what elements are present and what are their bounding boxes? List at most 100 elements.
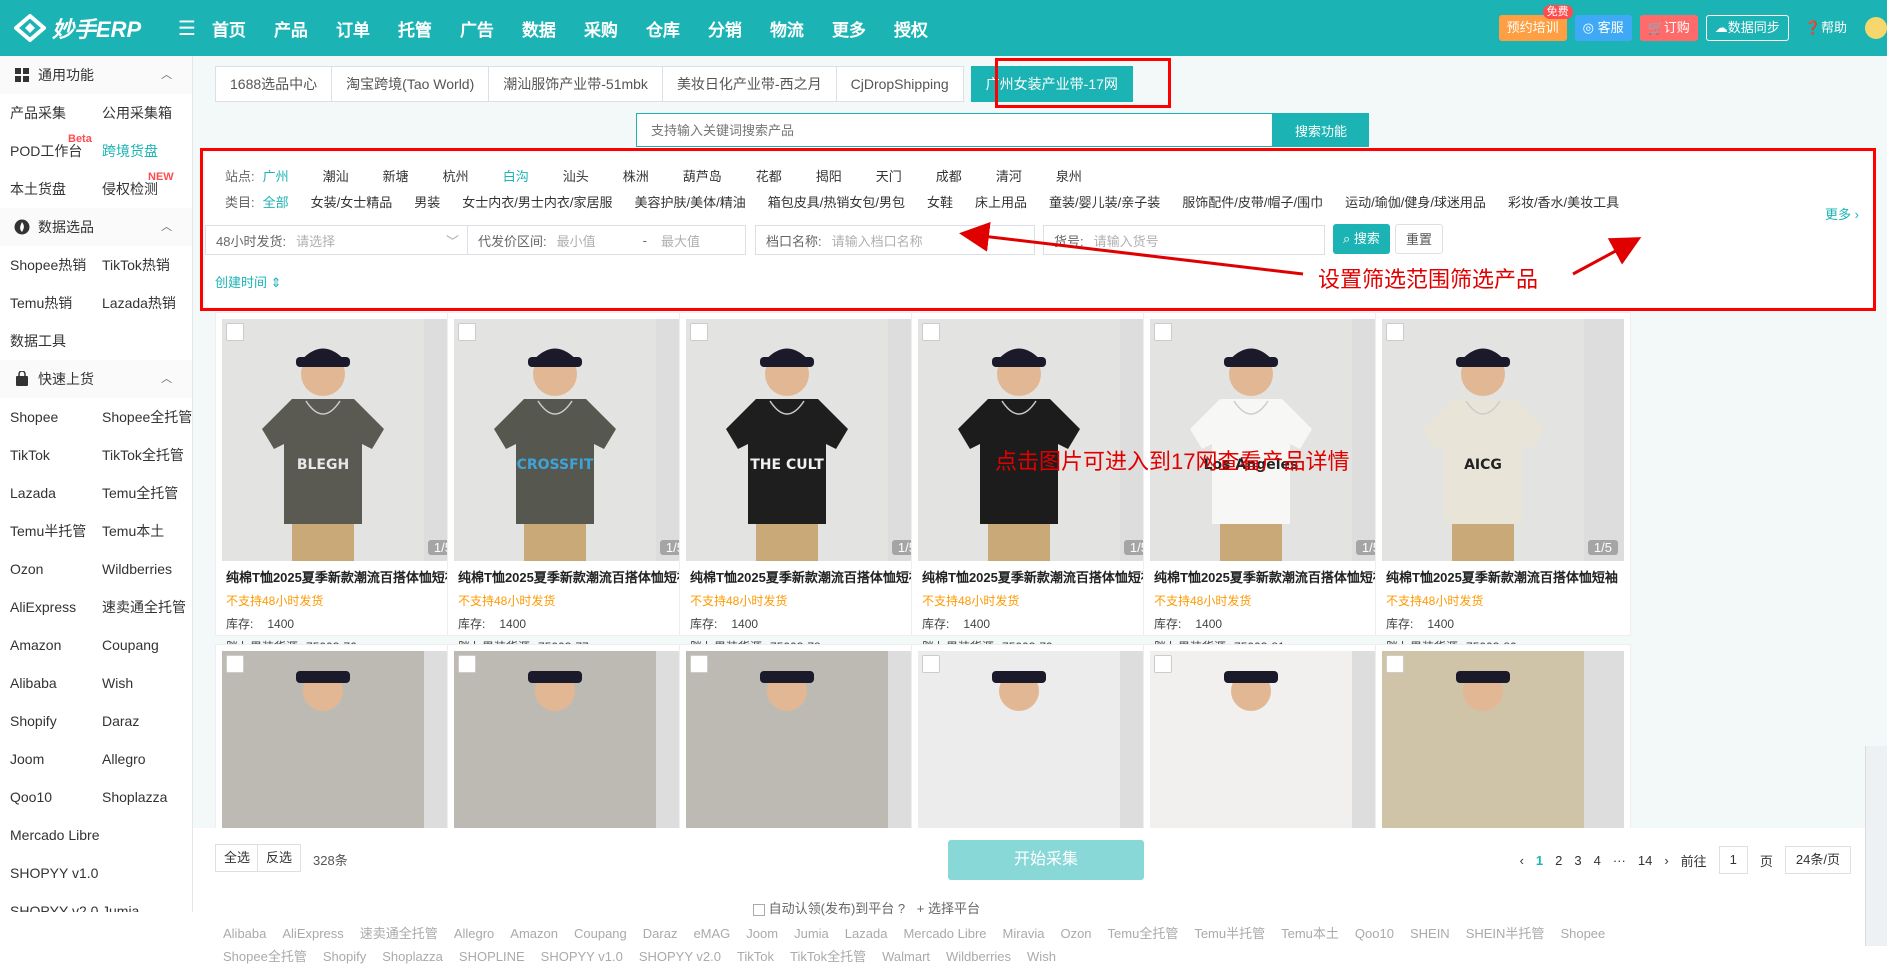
sidebar-item[interactable]: Lazada热销 bbox=[102, 284, 192, 322]
platform-option[interactable]: SHEIN半托管 bbox=[1466, 926, 1545, 941]
floating-tools[interactable] bbox=[1865, 746, 1887, 946]
help-button[interactable]: ❓帮助 bbox=[1797, 15, 1855, 41]
sidebar-item[interactable]: Alibaba bbox=[10, 664, 102, 702]
product-title[interactable]: 纯棉T恤2025夏季新款潮流百搭体恤短袖 bbox=[216, 567, 470, 586]
product-title[interactable]: 纯棉T恤2025夏季新款潮流百搭体恤短袖 bbox=[1144, 567, 1398, 586]
platform-option[interactable]: Temu全托管 bbox=[1108, 926, 1179, 941]
source-tab[interactable]: CjDropShipping bbox=[835, 66, 964, 102]
select-checkbox[interactable] bbox=[458, 655, 476, 673]
logo[interactable]: 妙手ERP bbox=[0, 12, 160, 44]
product-title[interactable]: 纯棉T恤2025夏季新款潮流百搭体恤短袖 bbox=[448, 567, 702, 586]
platform-option[interactable]: Daraz bbox=[643, 926, 678, 941]
page-number[interactable]: ··· bbox=[1613, 853, 1626, 868]
sidebar-item[interactable]: Allegro bbox=[102, 740, 192, 778]
platform-option[interactable]: SHEIN bbox=[1410, 926, 1450, 941]
sidebar-item[interactable]: 速卖通全托管 bbox=[102, 588, 192, 626]
prev-page-icon[interactable]: ‹ bbox=[1520, 853, 1524, 868]
sidebar-item[interactable]: Daraz bbox=[102, 702, 192, 740]
platform-option[interactable]: Wildberries bbox=[946, 949, 1011, 964]
source-tab[interactable]: 淘宝跨境(Tao World) bbox=[331, 66, 490, 102]
platform-option[interactable]: SHOPLINE bbox=[459, 949, 525, 964]
sidebar-item[interactable]: 侵权检测 NEW bbox=[102, 170, 192, 208]
start-collect-button[interactable]: 开始采集 bbox=[948, 840, 1144, 880]
platform-option[interactable]: Shopee全托管 bbox=[223, 949, 307, 964]
sidebar-item[interactable]: Temu半托管 bbox=[10, 512, 102, 550]
sidebar-item[interactable]: POD工作台 Beta bbox=[10, 132, 102, 170]
platform-option[interactable]: Shoplazza bbox=[382, 949, 443, 964]
product-image[interactable]: 1/5 bbox=[918, 319, 1160, 561]
product-image[interactable]: CROSSFIT 1/5 bbox=[454, 319, 696, 561]
platform-option[interactable]: Coupang bbox=[574, 926, 627, 941]
product-image[interactable] bbox=[454, 651, 696, 828]
product-card[interactable] bbox=[679, 644, 935, 828]
select-checkbox[interactable] bbox=[690, 323, 708, 341]
training-button[interactable]: 预约培训 免费 bbox=[1498, 5, 1573, 41]
product-card[interactable] bbox=[215, 644, 471, 828]
product-card[interactable] bbox=[1143, 644, 1399, 828]
platform-option[interactable]: Mercado Libre bbox=[903, 926, 986, 941]
sidebar-item[interactable]: SHOPYY v1.0 bbox=[10, 854, 102, 892]
product-card[interactable]: THE CULT 1/5 纯棉T恤2025夏季新款潮流百搭体恤短袖 不支持48小时发货… bbox=[679, 312, 935, 686]
sidebar-item[interactable]: Amazon bbox=[10, 626, 102, 664]
platform-option[interactable]: Ozon bbox=[1060, 926, 1091, 941]
product-card[interactable]: AICG 1/5 纯棉T恤2025夏季新款潮流百搭体恤短袖 不支持48小时发货 库存: 1… bbox=[1375, 312, 1631, 686]
product-image[interactable] bbox=[918, 651, 1160, 828]
sidebar-item[interactable]: TikTok热销 bbox=[102, 246, 192, 284]
product-image[interactable]: AICG 1/5 bbox=[1382, 319, 1624, 561]
product-image[interactable]: BLEGH 1/5 bbox=[222, 319, 464, 561]
product-card[interactable] bbox=[447, 644, 703, 828]
nav-item[interactable]: 分销 bbox=[708, 16, 742, 41]
page-size-select[interactable]: 24条/页 bbox=[1784, 846, 1851, 874]
sidebar-item[interactable]: Shopee bbox=[10, 398, 102, 436]
product-image[interactable]: THE CULT 1/5 bbox=[686, 319, 928, 561]
select-platform-link[interactable]: + 选择平台 bbox=[917, 901, 980, 916]
sidebar-item[interactable]: Temu本土 bbox=[102, 512, 192, 550]
platform-option[interactable]: Lazada bbox=[845, 926, 888, 941]
data-sync-button[interactable]: ☁数据同步 bbox=[1705, 15, 1789, 41]
sidebar-item[interactable] bbox=[102, 816, 192, 854]
search-input[interactable] bbox=[636, 113, 1273, 147]
sidebar-item[interactable]: TikTok全托管 bbox=[102, 436, 192, 474]
sidebar-item[interactable]: Wish bbox=[102, 664, 192, 702]
goto-input[interactable]: 1 bbox=[1718, 846, 1748, 874]
source-tab[interactable]: 美妆日化产业带-西之月 bbox=[661, 66, 837, 102]
page-number[interactable]: 14 bbox=[1638, 853, 1652, 868]
sidebar-item[interactable]: Shopee热销 bbox=[10, 246, 102, 284]
select-checkbox[interactable] bbox=[922, 323, 940, 341]
platform-option[interactable]: Alibaba bbox=[223, 926, 266, 941]
product-card[interactable] bbox=[1375, 644, 1631, 828]
nav-item[interactable]: 托管 bbox=[398, 16, 432, 41]
platform-option[interactable]: Shopify bbox=[323, 949, 366, 964]
sidebar-item[interactable]: Mercado Libre bbox=[10, 816, 102, 854]
select-checkbox[interactable] bbox=[226, 655, 244, 673]
product-card[interactable]: CROSSFIT 1/5 纯棉T恤2025夏季新款潮流百搭体恤短袖 不支持48小时发货… bbox=[447, 312, 703, 686]
sidebar-item[interactable]: TikTok bbox=[10, 436, 102, 474]
source-tab[interactable]: 潮汕服饰产业带-51mbk bbox=[488, 66, 663, 102]
sidebar-item[interactable]: 公用采集箱 bbox=[102, 94, 192, 132]
sidebar-item[interactable] bbox=[102, 854, 192, 892]
product-image[interactable]: Los Angeles 1/5 bbox=[1150, 319, 1392, 561]
select-checkbox[interactable] bbox=[226, 323, 244, 341]
product-image[interactable] bbox=[222, 651, 464, 828]
platform-option[interactable]: Miravia bbox=[1003, 926, 1045, 941]
nav-item[interactable]: 采购 bbox=[584, 16, 618, 41]
sidebar-item[interactable]: Qoo10 bbox=[10, 778, 102, 816]
customer-service-button[interactable]: ◎ 客服 bbox=[1574, 15, 1632, 41]
sidebar-item[interactable]: AliExpress bbox=[10, 588, 102, 626]
source-tab[interactable]: 1688选品中心 bbox=[215, 66, 333, 102]
product-card[interactable]: BLEGH 1/5 纯棉T恤2025夏季新款潮流百搭体恤短袖 不支持48小时发货 库存:… bbox=[215, 312, 471, 686]
page-number[interactable]: 2 bbox=[1555, 853, 1562, 868]
product-image[interactable] bbox=[686, 651, 928, 828]
platform-option[interactable]: Qoo10 bbox=[1355, 926, 1394, 941]
select-checkbox[interactable] bbox=[1386, 655, 1404, 673]
nav-item[interactable]: 首页 bbox=[212, 16, 246, 41]
sidebar-item[interactable]: Ozon bbox=[10, 550, 102, 588]
sidebar-item[interactable]: Shopify bbox=[10, 702, 102, 740]
platform-option[interactable]: eMAG bbox=[693, 926, 730, 941]
menu-toggle-icon[interactable]: ☰ bbox=[178, 16, 196, 41]
product-title[interactable]: 纯棉T恤2025夏季新款潮流百搭体恤短袖 bbox=[912, 567, 1166, 586]
platform-option[interactable]: TikTok bbox=[737, 949, 774, 964]
platform-option[interactable]: 速卖通全托管 bbox=[360, 926, 438, 941]
sidebar-item[interactable]: Joom bbox=[10, 740, 102, 778]
page-number[interactable]: 3 bbox=[1574, 853, 1581, 868]
